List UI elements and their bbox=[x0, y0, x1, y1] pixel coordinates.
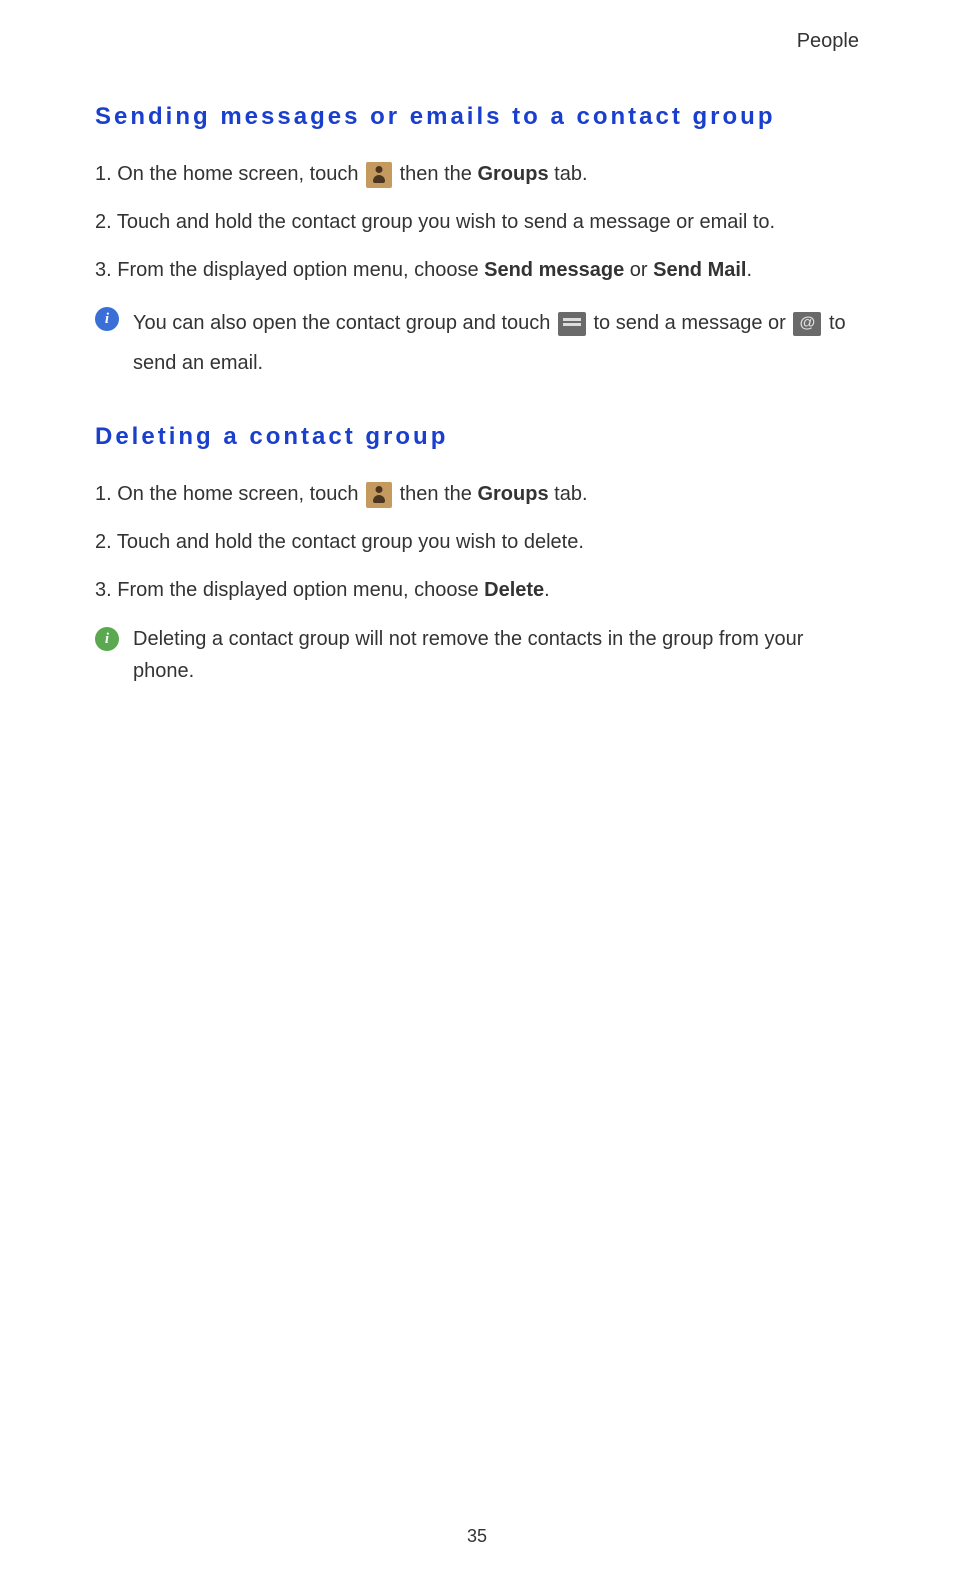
step-3: 3. From the displayed option menu, choos… bbox=[95, 575, 859, 605]
step-1: 1. On the home screen, touch then the Gr… bbox=[95, 159, 859, 189]
heading-deleting-group: Deleting a contact group bbox=[95, 423, 859, 451]
heading-sending-messages: Sending messages or emails to a contact … bbox=[95, 103, 859, 131]
step-text: tab. bbox=[549, 163, 588, 185]
groups-tab-label: Groups bbox=[477, 483, 548, 505]
step-number: 3. bbox=[95, 579, 112, 601]
step-1: 1. On the home screen, touch then the Gr… bbox=[95, 479, 859, 509]
step-text: Touch and hold the contact group you wis… bbox=[117, 211, 775, 233]
info-icon: i bbox=[95, 627, 119, 651]
step-text: On the home screen, touch bbox=[117, 163, 364, 185]
step-2: 2. Touch and hold the contact group you … bbox=[95, 527, 859, 557]
section-deleting-group: Deleting a contact group 1. On the home … bbox=[95, 423, 859, 687]
step-number: 2. bbox=[95, 211, 112, 233]
delete-label: Delete bbox=[484, 579, 544, 601]
page-number: 35 bbox=[467, 1526, 487, 1547]
info-text: You can also open the contact group and … bbox=[133, 303, 859, 383]
step-text: then the bbox=[400, 163, 478, 185]
step-2: 2. Touch and hold the contact group you … bbox=[95, 207, 859, 237]
send-mail-label: Send Mail bbox=[653, 259, 746, 281]
step-text: From the displayed option menu, choose bbox=[117, 579, 484, 601]
step-text: . bbox=[544, 579, 550, 601]
step-number: 2. bbox=[95, 531, 112, 553]
info-text: Deleting a contact group will not remove… bbox=[133, 623, 859, 687]
step-number: 1. bbox=[95, 163, 112, 185]
contacts-icon bbox=[366, 162, 392, 188]
section-sending-messages: Sending messages or emails to a contact … bbox=[95, 103, 859, 383]
email-icon bbox=[793, 312, 821, 336]
menu-icon bbox=[558, 312, 586, 336]
step-text: On the home screen, touch bbox=[117, 483, 364, 505]
send-message-label: Send message bbox=[484, 259, 624, 281]
groups-tab-label: Groups bbox=[477, 163, 548, 185]
step-text: . bbox=[746, 259, 752, 281]
step-3: 3. From the displayed option menu, choos… bbox=[95, 255, 859, 285]
info-text-part: You can also open the contact group and … bbox=[133, 312, 556, 334]
step-text: Touch and hold the contact group you wis… bbox=[117, 531, 584, 553]
step-text: then the bbox=[400, 483, 478, 505]
step-text: tab. bbox=[549, 483, 588, 505]
info-tip: i You can also open the contact group an… bbox=[95, 303, 859, 383]
header-section-title: People bbox=[95, 30, 859, 53]
info-icon: i bbox=[95, 307, 119, 331]
contacts-icon bbox=[366, 482, 392, 508]
info-note: i Deleting a contact group will not remo… bbox=[95, 623, 859, 687]
step-number: 1. bbox=[95, 483, 112, 505]
step-text: From the displayed option menu, choose bbox=[117, 259, 484, 281]
step-text: or bbox=[624, 259, 653, 281]
info-text-part: to send a message or bbox=[593, 312, 791, 334]
step-number: 3. bbox=[95, 259, 112, 281]
